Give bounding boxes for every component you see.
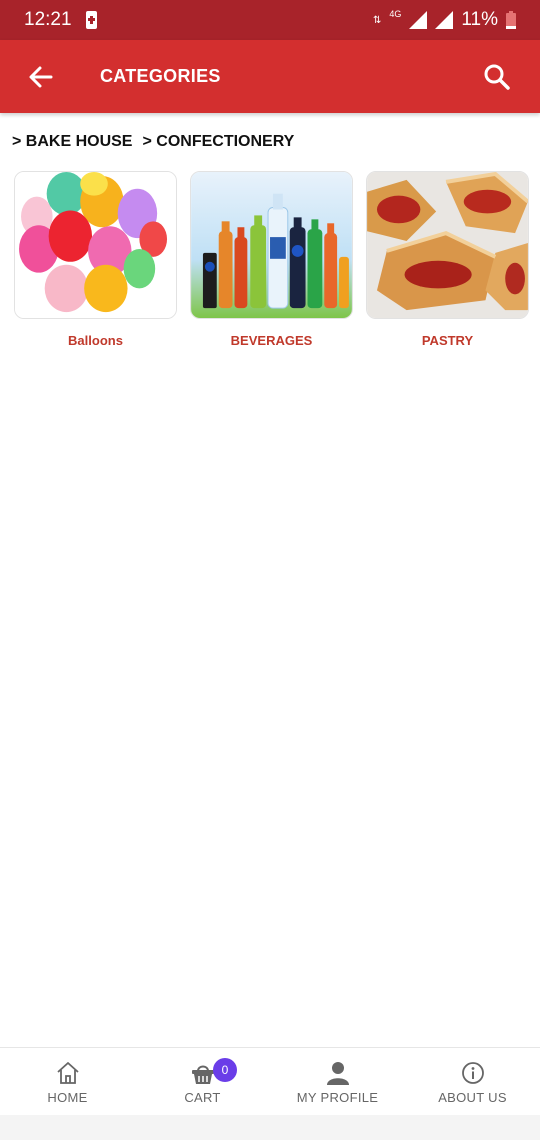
balloons-image (14, 171, 177, 319)
pastry-image (366, 171, 529, 319)
nav-home[interactable]: HOME (0, 1048, 135, 1115)
back-arrow-icon[interactable] (26, 62, 56, 92)
status-bar: 12:21 ⇅ 4G 11% (0, 0, 540, 40)
nav-home-label: HOME (47, 1090, 88, 1105)
network-type: 4G (389, 9, 402, 19)
category-card-balloons[interactable]: Balloons (14, 171, 177, 348)
battery-percentage: 11% (461, 9, 498, 30)
signal-icon-2 (435, 11, 454, 29)
nav-about-label: ABOUT US (438, 1090, 507, 1105)
signal-icon (409, 11, 428, 29)
beverages-image (190, 171, 353, 319)
cart-icon (191, 1065, 214, 1084)
bottom-navigation: HOME 0 CART MY PROFILE ABOUT US (0, 1047, 540, 1115)
info-icon (461, 1062, 484, 1084)
battery-icon (506, 11, 516, 29)
category-card-beverages[interactable]: BEVERAGES (190, 171, 353, 348)
breadcrumb: > BAKE HOUSE > CONFECTIONERY (12, 133, 294, 151)
nav-profile-label: MY PROFILE (296, 1090, 379, 1105)
category-label: Balloons (68, 333, 123, 348)
nav-cart[interactable]: 0 CART (135, 1048, 270, 1115)
battery-saver-icon (85, 11, 97, 29)
person-icon (326, 1062, 349, 1085)
category-card-pastry[interactable]: PASTRY (366, 171, 529, 348)
home-icon (56, 1062, 79, 1084)
status-time: 12:21 (24, 9, 72, 30)
breadcrumb-bake-house[interactable]: > BAKE HOUSE (12, 133, 132, 151)
system-navigation-area (0, 1115, 540, 1140)
breadcrumb-confectionery[interactable]: > CONFECTIONERY (142, 133, 294, 151)
nav-cart-label: CART (184, 1090, 221, 1105)
nav-about-us[interactable]: ABOUT US (405, 1048, 540, 1115)
search-icon[interactable] (482, 62, 512, 92)
data-arrows-icon: ⇅ (372, 14, 382, 26)
page-title: CATEGORIES (100, 66, 221, 86)
category-label: PASTRY (421, 333, 474, 348)
nav-my-profile[interactable]: MY PROFILE (270, 1048, 405, 1115)
app-bar: CATEGORIES (0, 40, 540, 113)
cart-badge: 0 (213, 1058, 237, 1082)
category-label: BEVERAGES (230, 333, 313, 348)
